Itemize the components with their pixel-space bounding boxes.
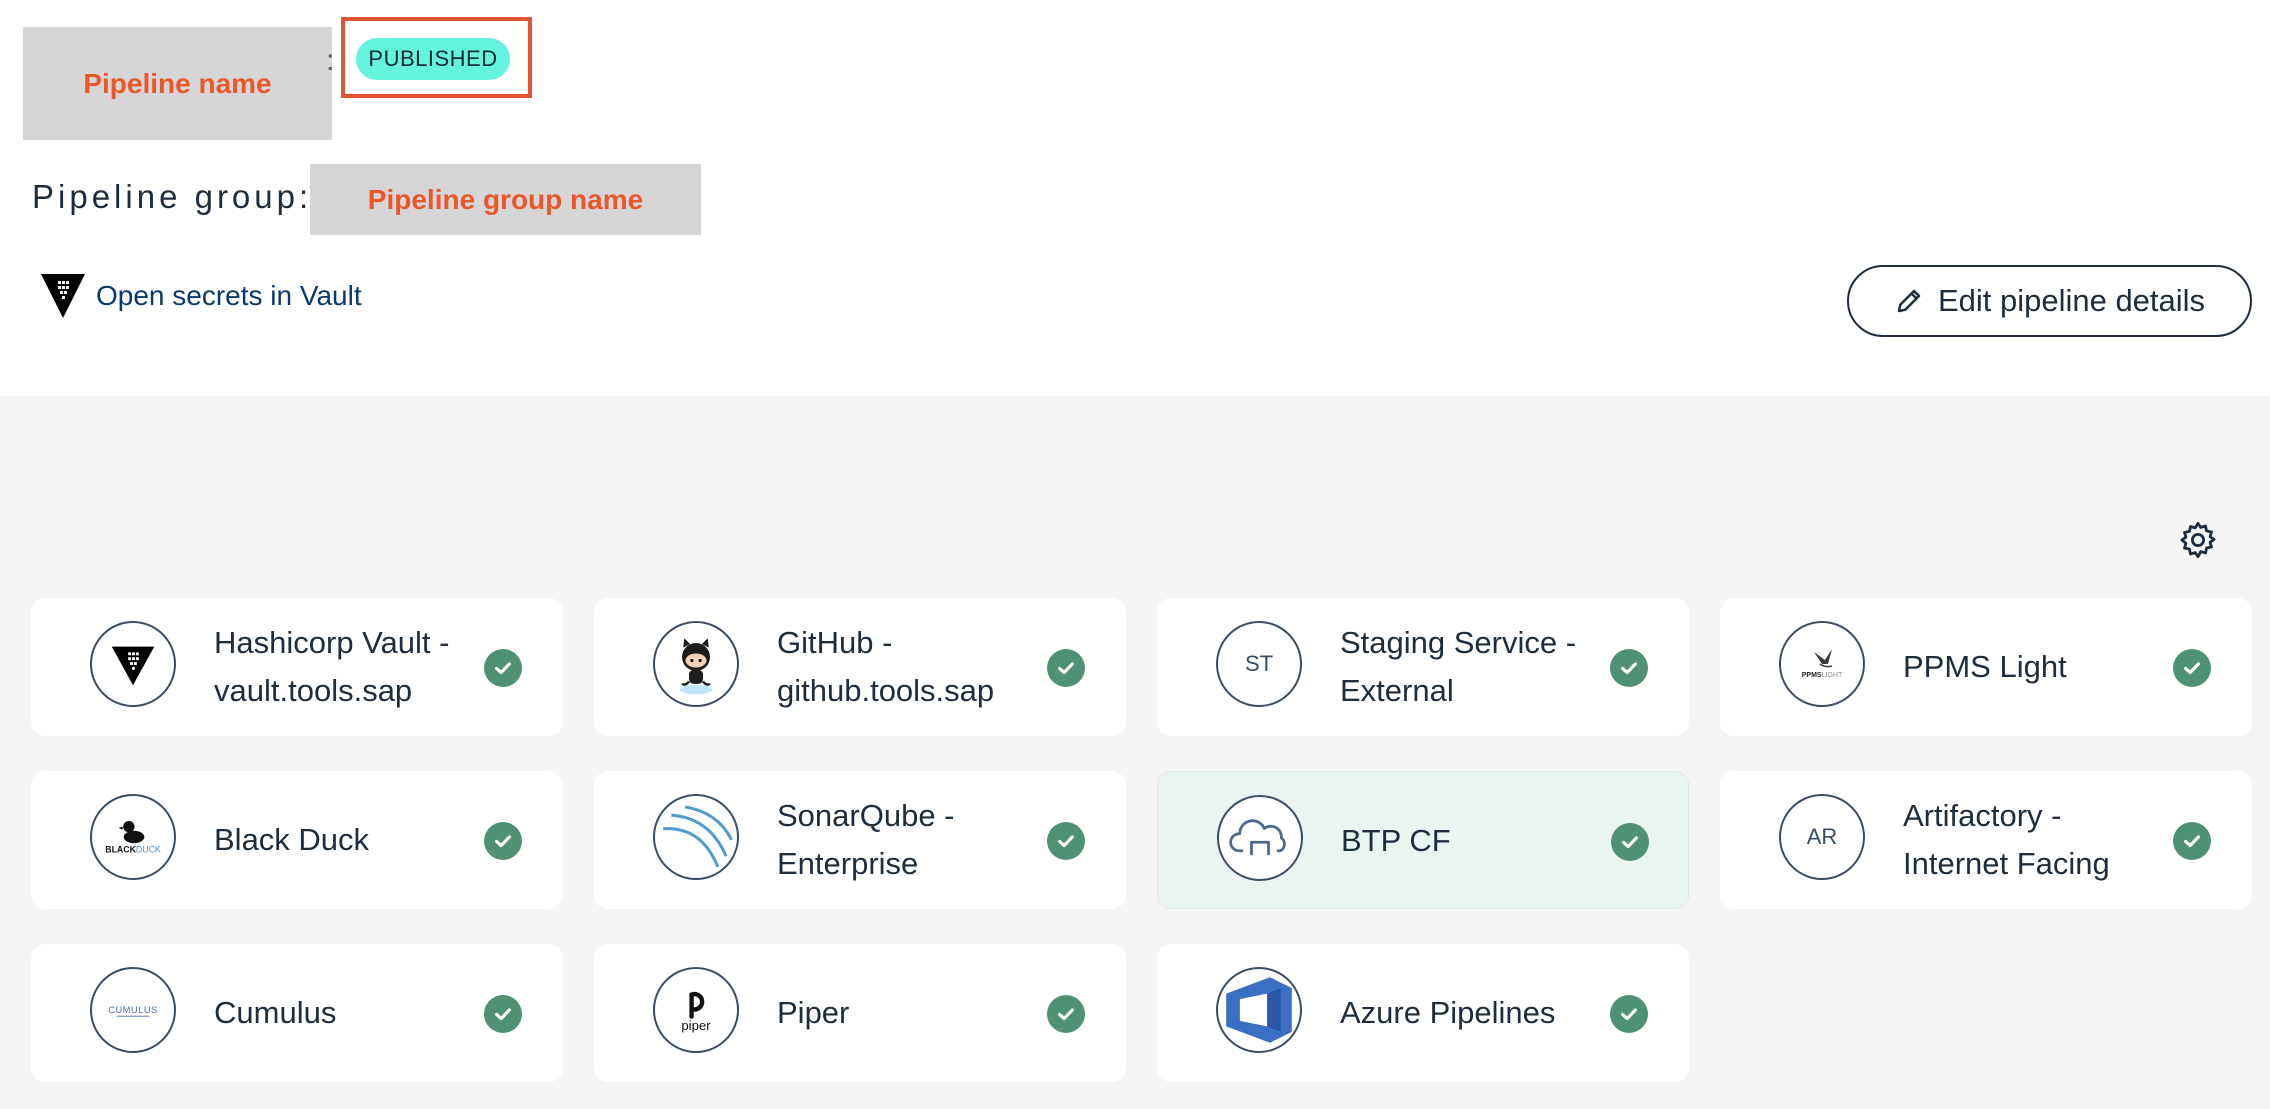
pipeline-group-name-placeholder: Pipeline group name (310, 164, 701, 235)
tool-card-azure-pipelines[interactable]: Azure Pipelines (1157, 944, 1689, 1082)
sonarqube-logo-icon (653, 794, 739, 880)
check-icon (2173, 649, 2211, 687)
tool-card-btp-cf[interactable]: BTP CF (1157, 771, 1689, 909)
tool-card-github[interactable]: GitHub - github.tools.sap (594, 598, 1126, 736)
tool-card-label: Black Duck (214, 822, 370, 857)
ppms-light-logo-icon: PPMSLIGHT (1779, 621, 1865, 707)
check-icon (1047, 649, 1085, 687)
vault-link-label: Open secrets in Vault (96, 280, 362, 311)
vault-logo-icon (90, 621, 176, 707)
open-vault-link[interactable]: Open secrets in Vault (40, 272, 362, 320)
pencil-icon (1897, 289, 1921, 313)
edit-pipeline-details-label: Edit pipeline details (1937, 283, 2206, 318)
pipeline-name-placeholder: Pipeline name (23, 27, 332, 140)
black-duck-logo-icon: BLACKDUCK (90, 794, 176, 880)
tool-card-ppms-light[interactable]: PPMSLIGHT PPMS Light (1720, 598, 2252, 736)
st-initials-icon: ST (1216, 621, 1302, 707)
tool-card-label: Staging Service - External (1340, 625, 1577, 708)
tools-panel: Hashicorp Vault - vault.tools.sap GitHub… (0, 396, 2270, 1109)
check-icon (1611, 823, 1649, 861)
check-icon (484, 995, 522, 1033)
tool-card-black-duck[interactable]: BLACKDUCK Black Duck (31, 771, 563, 909)
tool-card-label: Piper (777, 995, 850, 1030)
tool-card-label: PPMS Light (1903, 649, 2067, 684)
tool-card-staging-service[interactable]: ST Staging Service - External (1157, 598, 1689, 736)
cumulus-logo-icon: CUMULUS (90, 967, 176, 1053)
tool-card-label: GitHub - github.tools.sap (777, 625, 995, 708)
check-icon (1610, 995, 1648, 1033)
github-octocat-icon (653, 621, 739, 707)
tool-card-artifactory[interactable]: AR Artifactory - Internet Facing (1720, 771, 2252, 909)
piper-logo-icon: piper (653, 967, 739, 1053)
tool-card-piper[interactable]: piper Piper (594, 944, 1126, 1082)
azure-pipelines-logo-icon (1216, 967, 1302, 1053)
check-icon (1610, 649, 1648, 687)
tool-card-cumulus[interactable]: CUMULUS Cumulus (31, 944, 563, 1082)
check-icon (484, 822, 522, 860)
svg-text:PPMSLIGHT: PPMSLIGHT (1802, 672, 1843, 679)
status-badge: PUBLISHED (356, 38, 510, 80)
edit-pipeline-details-button[interactable]: Edit pipeline details (1847, 265, 2252, 337)
tool-card-label: BTP CF (1341, 823, 1451, 858)
check-icon (1047, 995, 1085, 1033)
tool-card-sonarqube[interactable]: SonarQube - Enterprise (594, 771, 1126, 909)
tool-card-hashicorp-vault[interactable]: Hashicorp Vault - vault.tools.sap (31, 598, 563, 736)
svg-text:BLACKDUCK: BLACKDUCK (105, 845, 161, 855)
name-separator: : (326, 44, 335, 77)
tool-card-label: Azure Pipelines (1340, 995, 1556, 1030)
check-icon (1047, 822, 1085, 860)
settings-gear-icon[interactable] (2177, 519, 2219, 561)
svg-text:piper: piper (681, 1018, 711, 1033)
check-icon (484, 649, 522, 687)
ar-initials-icon: AR (1779, 794, 1865, 880)
tool-card-label: SonarQube - Enterprise (777, 798, 955, 881)
tool-card-label: Artifactory - Internet Facing (1903, 798, 2110, 881)
pipeline-header: Pipeline name : PUBLISHED Pipeline group… (0, 0, 2270, 396)
vault-icon (41, 274, 85, 318)
tool-card-label: Hashicorp Vault - vault.tools.sap (214, 625, 450, 708)
btp-cloud-icon (1217, 795, 1303, 881)
svg-text:CUMULUS: CUMULUS (108, 1005, 158, 1015)
check-icon (2173, 822, 2211, 860)
tool-card-label: Cumulus (214, 995, 337, 1030)
pipeline-group-label: Pipeline group: (32, 178, 313, 215)
